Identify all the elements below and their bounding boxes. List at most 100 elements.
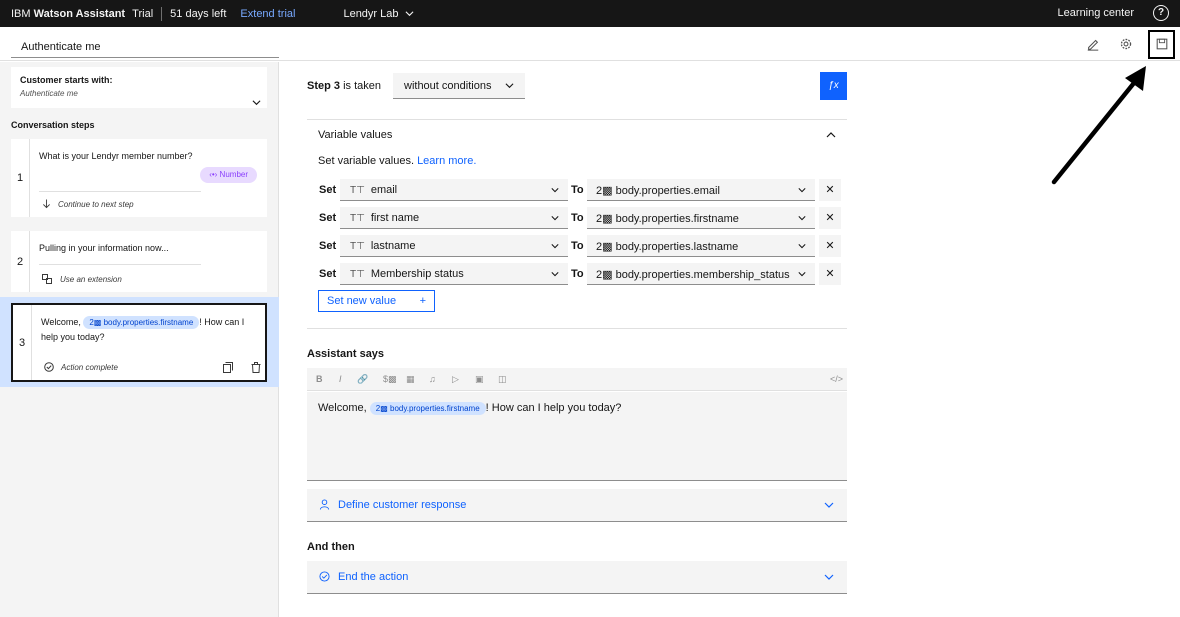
set-new-value-button[interactable]: Set new value + [318,290,435,312]
variable-name: email [370,184,398,196]
assistant-says-editor[interactable]: Welcome, 2▩ body.properties.firstname! H… [307,392,847,481]
step-text: Pulling in your information now... [39,243,169,253]
chevron-up-icon[interactable] [826,130,836,140]
step-text: Welcome, 2▩ body.properties.firstname! H… [41,315,267,345]
top-bar: IBM Watson Assistant Trial 51 days left … [0,0,1180,27]
variable-icon: 2▩ [596,269,616,281]
set-variable-row: Set T⊤ email To 2▩ body.properties.email … [318,179,841,201]
set-keyword: Set [319,184,337,196]
to-keyword: To [571,268,584,280]
audio-icon[interactable]: ♫ [429,374,436,384]
chevron-down-icon [824,574,834,580]
step-card-3[interactable]: 3 Welcome, 2▩ body.properties.firstname!… [11,303,267,382]
step-suffix: is taken [343,80,381,92]
remove-row-button[interactable]: ✕ [819,207,841,229]
remove-row-button[interactable]: ✕ [819,235,841,257]
bold-icon[interactable]: B [316,374,323,384]
chevron-down-icon[interactable] [252,98,261,107]
remove-row-button[interactable]: ✕ [819,263,841,285]
end-action-accordion[interactable]: End the action [307,561,847,594]
step-text-line2: help you today? [41,332,105,342]
sidebar: Customer starts with: Authenticate me Co… [0,62,279,617]
description-text: Set variable values. [318,155,414,167]
step-number: 3 [18,336,26,349]
action-name-field[interactable]: Authenticate me [11,36,279,58]
value-name: body.properties.membership_status [615,269,790,281]
define-customer-response-label: Define customer response [338,499,467,511]
value-dropdown[interactable]: 2▩ body.properties.lastname [587,235,815,257]
step-card-2[interactable]: 2 Pulling in your information now... Use… [11,231,267,292]
brand-ibm: IBM [11,7,31,20]
remove-row-button[interactable]: ✕ [819,179,841,201]
step-number: 2 [16,255,24,268]
text-type-icon: T⊤ [350,213,365,224]
customer-starts-card[interactable]: Customer starts with: Authenticate me [11,67,267,108]
video-icon[interactable]: ▷ [452,374,459,385]
variable-dropdown[interactable]: T⊤ lastname [340,235,568,257]
value-dropdown[interactable]: 2▩ body.properties.email [587,179,815,201]
editor-toolbar: B I 🔗 $▩ ▦ ♫ ▷ ▣ ◫ </> [307,368,847,391]
italic-icon[interactable]: I [339,374,342,384]
image-icon[interactable]: ▦ [406,374,415,385]
workspace-switcher[interactable]: Lendyr Lab [343,8,413,20]
value-name: body.properties.firstname [615,213,739,225]
value-dropdown[interactable]: 2▩ body.properties.membership_status [587,263,815,285]
learning-center-link[interactable]: Learning center [1058,0,1134,27]
extend-trial-link[interactable]: Extend trial [240,8,295,20]
variable-name: body.properties.firstname [103,318,194,327]
variable-icon: 2▩ [596,241,616,253]
brand[interactable]: IBM Watson Assistant Trial [0,8,153,20]
condition-dropdown[interactable]: without conditions [393,73,525,99]
function-button[interactable]: ƒx [820,72,847,100]
define-customer-response-accordion[interactable]: Define customer response [307,489,847,522]
link-icon[interactable]: 🔗 [357,374,368,385]
help-icon[interactable]: ? [1153,5,1169,21]
assistant-says-label: Assistant says [307,348,385,360]
brand-plan: Trial [132,7,154,20]
value-name: body.properties.email [615,185,720,197]
to-keyword: To [571,240,584,252]
set-variable-row: Set T⊤ lastname To 2▩ body.properties.las… [318,235,841,257]
to-keyword: To [571,212,584,224]
variable-pill[interactable]: 2▩ body.properties.firstname [369,402,486,415]
set-new-value-label: Set new value [327,295,397,307]
variable-values-panel: Variable values Set variable values. Lea… [307,119,847,329]
divider [39,264,201,265]
options-icon[interactable]: ◫ [498,374,507,385]
step-footer: Continue to next step [42,199,134,209]
customer-starts-label: Customer starts with: [20,75,113,85]
step-footer: Use an extension [42,274,122,284]
variable-insert-icon[interactable]: $▩ [383,374,397,385]
set-keyword: Set [319,268,337,280]
chevron-down-icon [405,11,413,17]
step-footer-text: Use an extension [60,274,122,284]
edit-icon[interactable] [1086,37,1100,51]
customer-starts-value: Authenticate me [20,89,78,98]
set-variable-row: Set T⊤ first name To 2▩ body.properties.f… [318,207,841,229]
variable-dropdown[interactable]: T⊤ Membership status [340,263,568,285]
text-type-icon: T⊤ [350,241,365,252]
chevron-down-icon [551,272,559,277]
arrow-down-icon [43,199,50,209]
step-card-1[interactable]: 1 What is your Lendyr member number? ‹•›… [11,139,267,217]
number-badge-label: Number [219,170,248,179]
duplicate-icon[interactable] [223,362,233,373]
variable-values-title: Variable values [318,129,393,141]
variable-icon: 2▩ [596,185,616,197]
variable-dropdown[interactable]: T⊤ first name [340,207,568,229]
text-type-icon: T⊤ [350,185,365,196]
step-number: 1 [16,172,24,184]
gear-icon[interactable] [1119,37,1133,51]
trash-icon[interactable] [251,362,261,373]
user-icon [319,499,330,510]
divider [161,6,163,21]
learn-more-link[interactable]: Learn more. [417,155,476,167]
variable-name: lastname [370,240,416,252]
days-left: 51 days left [170,7,227,20]
value-dropdown[interactable]: 2▩ body.properties.firstname [587,207,815,229]
variable-dropdown[interactable]: T⊤ email [340,179,568,201]
iframe-icon[interactable]: ▣ [475,374,484,385]
code-icon[interactable]: </> [830,374,843,384]
chevron-down-icon [551,188,559,193]
chevron-down-icon [505,83,514,89]
